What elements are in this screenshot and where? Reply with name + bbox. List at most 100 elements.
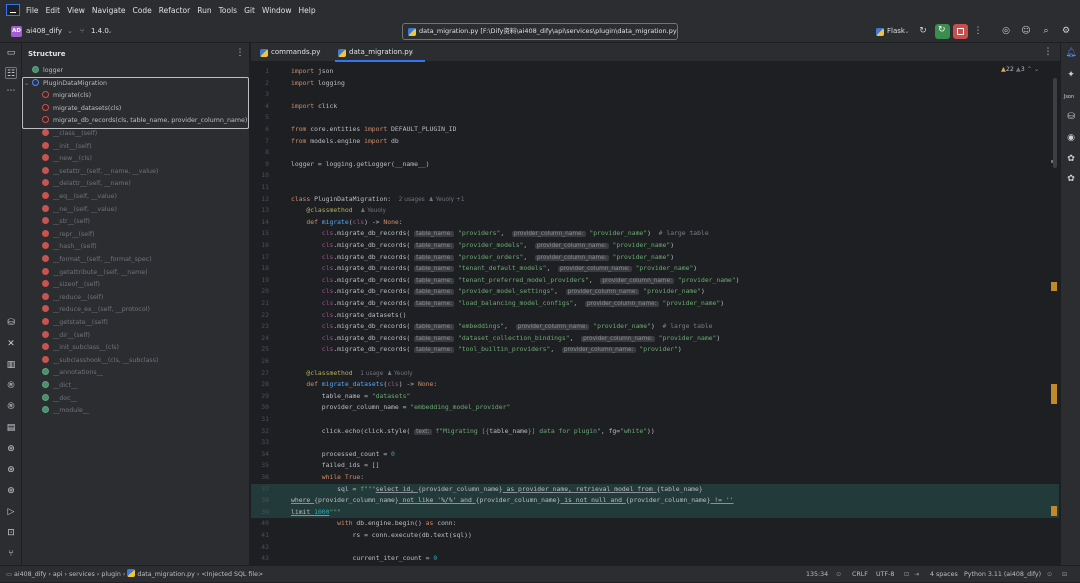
code-line[interactable]: 16 cls.migrate_db_records( table_name: "… (251, 240, 1059, 252)
structure-icon[interactable]: ☷ (5, 67, 17, 79)
code-line[interactable]: 12 class PluginDataMigration: 2 usages ♟ … (251, 194, 1059, 206)
extension-b-icon[interactable]: ✿ (1065, 173, 1077, 185)
structure-item[interactable]: __dir__(self) (22, 330, 250, 342)
code-line[interactable]: 8 (251, 147, 1059, 159)
code-line[interactable]: 36 while True: (251, 472, 1059, 484)
tab-data-migration-py[interactable]: data_migration.py × (335, 43, 425, 62)
breadcrumb-item[interactable]: services (69, 571, 95, 578)
file-selector[interactable]: data_migration.py [F:\Dify资料\ai408_dify\… (402, 23, 678, 40)
remote-b-icon[interactable]: ® (5, 401, 17, 413)
code-line[interactable]: 10 (251, 170, 1059, 182)
remote-a-icon[interactable]: ® (5, 380, 17, 392)
menu-view[interactable]: View (67, 6, 85, 15)
code-line[interactable]: 22 cls.migrate_datasets() (251, 310, 1059, 322)
code-line[interactable]: 15 cls.migrate_db_records( table_name: "… (251, 228, 1059, 240)
caret-position[interactable]: 135:34 (806, 566, 828, 583)
editor-scrollbar[interactable] (1053, 78, 1057, 168)
structure-item[interactable]: __getstate__(self) (22, 317, 250, 329)
account-icon[interactable]: ☺ (1020, 25, 1032, 37)
code-line[interactable]: 17 cls.migrate_db_records( table_name: "… (251, 252, 1059, 264)
structure-item[interactable]: __class__(self) (22, 128, 250, 140)
structure-item[interactable]: __repr__(self) (22, 229, 250, 241)
code-line[interactable]: 13 @classmethod ♟ Yeuoly (251, 205, 1059, 217)
code-line[interactable]: 27 @classmethod 1 usage ♟ Yeuoly (251, 368, 1059, 380)
breadcrumb-item[interactable]: <Injected SQL file> (201, 571, 263, 578)
code-line[interactable]: 42 (251, 542, 1059, 554)
code-line[interactable]: 32 click.echo(click.style( text: f"Migra… (251, 426, 1059, 438)
project-selector[interactable]: ai408_dify (26, 27, 62, 35)
branch-chevron-down-icon[interactable]: ⌄ (107, 27, 113, 35)
ai-chat-icon[interactable]: ✦ (1065, 69, 1077, 81)
vcs-status-icon[interactable]: ⊟ (1062, 566, 1067, 583)
code-line[interactable]: 7 from models.engine import db (251, 136, 1059, 148)
code-line[interactable]: 41 rs = conn.execute(db.text(sql)) (251, 530, 1059, 542)
code-line[interactable]: 30 provider_column_name = "embedding_mod… (251, 402, 1059, 414)
project-chevron-down-icon[interactable]: ⌄ (67, 27, 73, 35)
code-line[interactable]: 14 def migrate(cls) -> None: (251, 217, 1059, 229)
code-line[interactable]: 25 cls.migrate_db_records( table_name: "… (251, 344, 1059, 356)
structure-item[interactable]: __init_subclass__(cls) (22, 342, 250, 354)
structure-options-icon[interactable]: ⋮ (234, 47, 246, 59)
interpreter-selector[interactable]: Python 3.11 (ai408_dify) (964, 566, 1041, 583)
scroll-marker[interactable] (1051, 282, 1057, 291)
code-line[interactable]: 5 (251, 112, 1059, 124)
run-icon[interactable]: ▷ (5, 506, 17, 518)
git-icon[interactable]: ⑂ (5, 548, 17, 560)
memory-icon[interactable]: ⊙ (1047, 566, 1052, 583)
plugin-b-icon[interactable]: ⊛ (5, 464, 17, 476)
search-icon[interactable]: ⌕ (1040, 25, 1052, 37)
database-right-icon[interactable]: ⛁ (1065, 111, 1077, 123)
indent-setting[interactable]: 4 spaces (930, 566, 958, 583)
structure-item[interactable]: logger (22, 65, 250, 77)
code-line[interactable]: 11 (251, 182, 1059, 194)
code-line[interactable]: 4 import click (251, 101, 1059, 113)
menu-code[interactable]: Code (133, 6, 152, 15)
structure-item[interactable]: __annotations__ (22, 367, 250, 379)
tab-close-icon[interactable]: × (408, 43, 414, 62)
structure-item[interactable]: __getattribute__(self, __name) (22, 267, 250, 279)
menu-file[interactable]: File (26, 6, 39, 15)
structure-item[interactable]: __hash__(self) (22, 241, 250, 253)
structure-item[interactable]: __reduce_ex__(self, __protocol) (22, 304, 250, 316)
more-tools-icon[interactable]: ⋯ (5, 85, 17, 97)
run-config-chevron-down-icon[interactable]: ⌄ (904, 27, 910, 35)
breadcrumb-item[interactable]: plugin (101, 571, 120, 578)
code-line[interactable]: 31 (251, 414, 1059, 426)
ide-logo-icon[interactable] (6, 4, 20, 16)
structure-item[interactable]: __subclasshook__(cls, __subclass) (22, 355, 250, 367)
structure-item[interactable]: __new__(cls) (22, 153, 250, 165)
structure-item[interactable]: __str__(self) (22, 216, 250, 228)
structure-item[interactable]: __eq__(self, __value) (22, 191, 250, 203)
code-line[interactable]: 29 table_name = "datasets" (251, 391, 1059, 403)
run-config-selector[interactable]: Flask (887, 27, 905, 35)
notifications-icon[interactable]: 🔔︎ (1065, 47, 1077, 59)
python-packages-icon[interactable]: ▤ (5, 422, 17, 434)
code-line[interactable]: 34 processed_count = 0 (251, 449, 1059, 461)
code-line[interactable]: 19 cls.migrate_db_records( table_name: "… (251, 275, 1059, 287)
terminal-icon[interactable]: ⊡ (5, 527, 17, 539)
structure-item[interactable]: __init__(self) (22, 141, 250, 153)
breadcrumb-item[interactable]: api (53, 571, 63, 578)
menu-edit[interactable]: Edit (46, 6, 61, 15)
code-line[interactable]: 20 cls.migrate_db_records( table_name: "… (251, 286, 1059, 298)
ai-assistant-icon[interactable]: ◎ (1000, 25, 1012, 37)
code-line[interactable]: 18 cls.migrate_db_records( table_name: "… (251, 263, 1059, 275)
settings-gear-icon[interactable]: ⚙ (1060, 25, 1072, 37)
code-line[interactable]: 9 logger = logging.getLogger(__name__) (251, 159, 1059, 171)
code-line[interactable]: 24 cls.migrate_db_records( table_name: "… (251, 333, 1059, 345)
code-line[interactable]: 28 def migrate_datasets(cls) -> None: (251, 379, 1059, 391)
copilot-icon[interactable]: ◉ (1065, 132, 1077, 144)
code-line[interactable]: 21 cls.migrate_db_records( table_name: "… (251, 298, 1059, 310)
breadcrumb[interactable]: ▭ ai408_dify › api › services › plugin ›… (6, 566, 263, 583)
structure-item[interactable]: __module__ (22, 405, 250, 417)
code-line[interactable]: 43 current_iter_count = 0 (251, 553, 1059, 565)
file-lock-icon[interactable]: ⊡ (904, 566, 909, 583)
code-line[interactable]: 2 import logging (251, 78, 1059, 90)
breadcrumb-item[interactable]: data_migration.py (137, 571, 194, 578)
breadcrumb-item[interactable]: ai408_dify (14, 571, 46, 578)
menu-tools[interactable]: Tools (219, 6, 237, 15)
file-encoding[interactable]: UTF-8 (876, 566, 894, 583)
stop-button[interactable] (953, 24, 968, 39)
project-folder-icon[interactable]: ▭ (5, 47, 17, 59)
line-separator[interactable]: CRLF (852, 566, 868, 583)
